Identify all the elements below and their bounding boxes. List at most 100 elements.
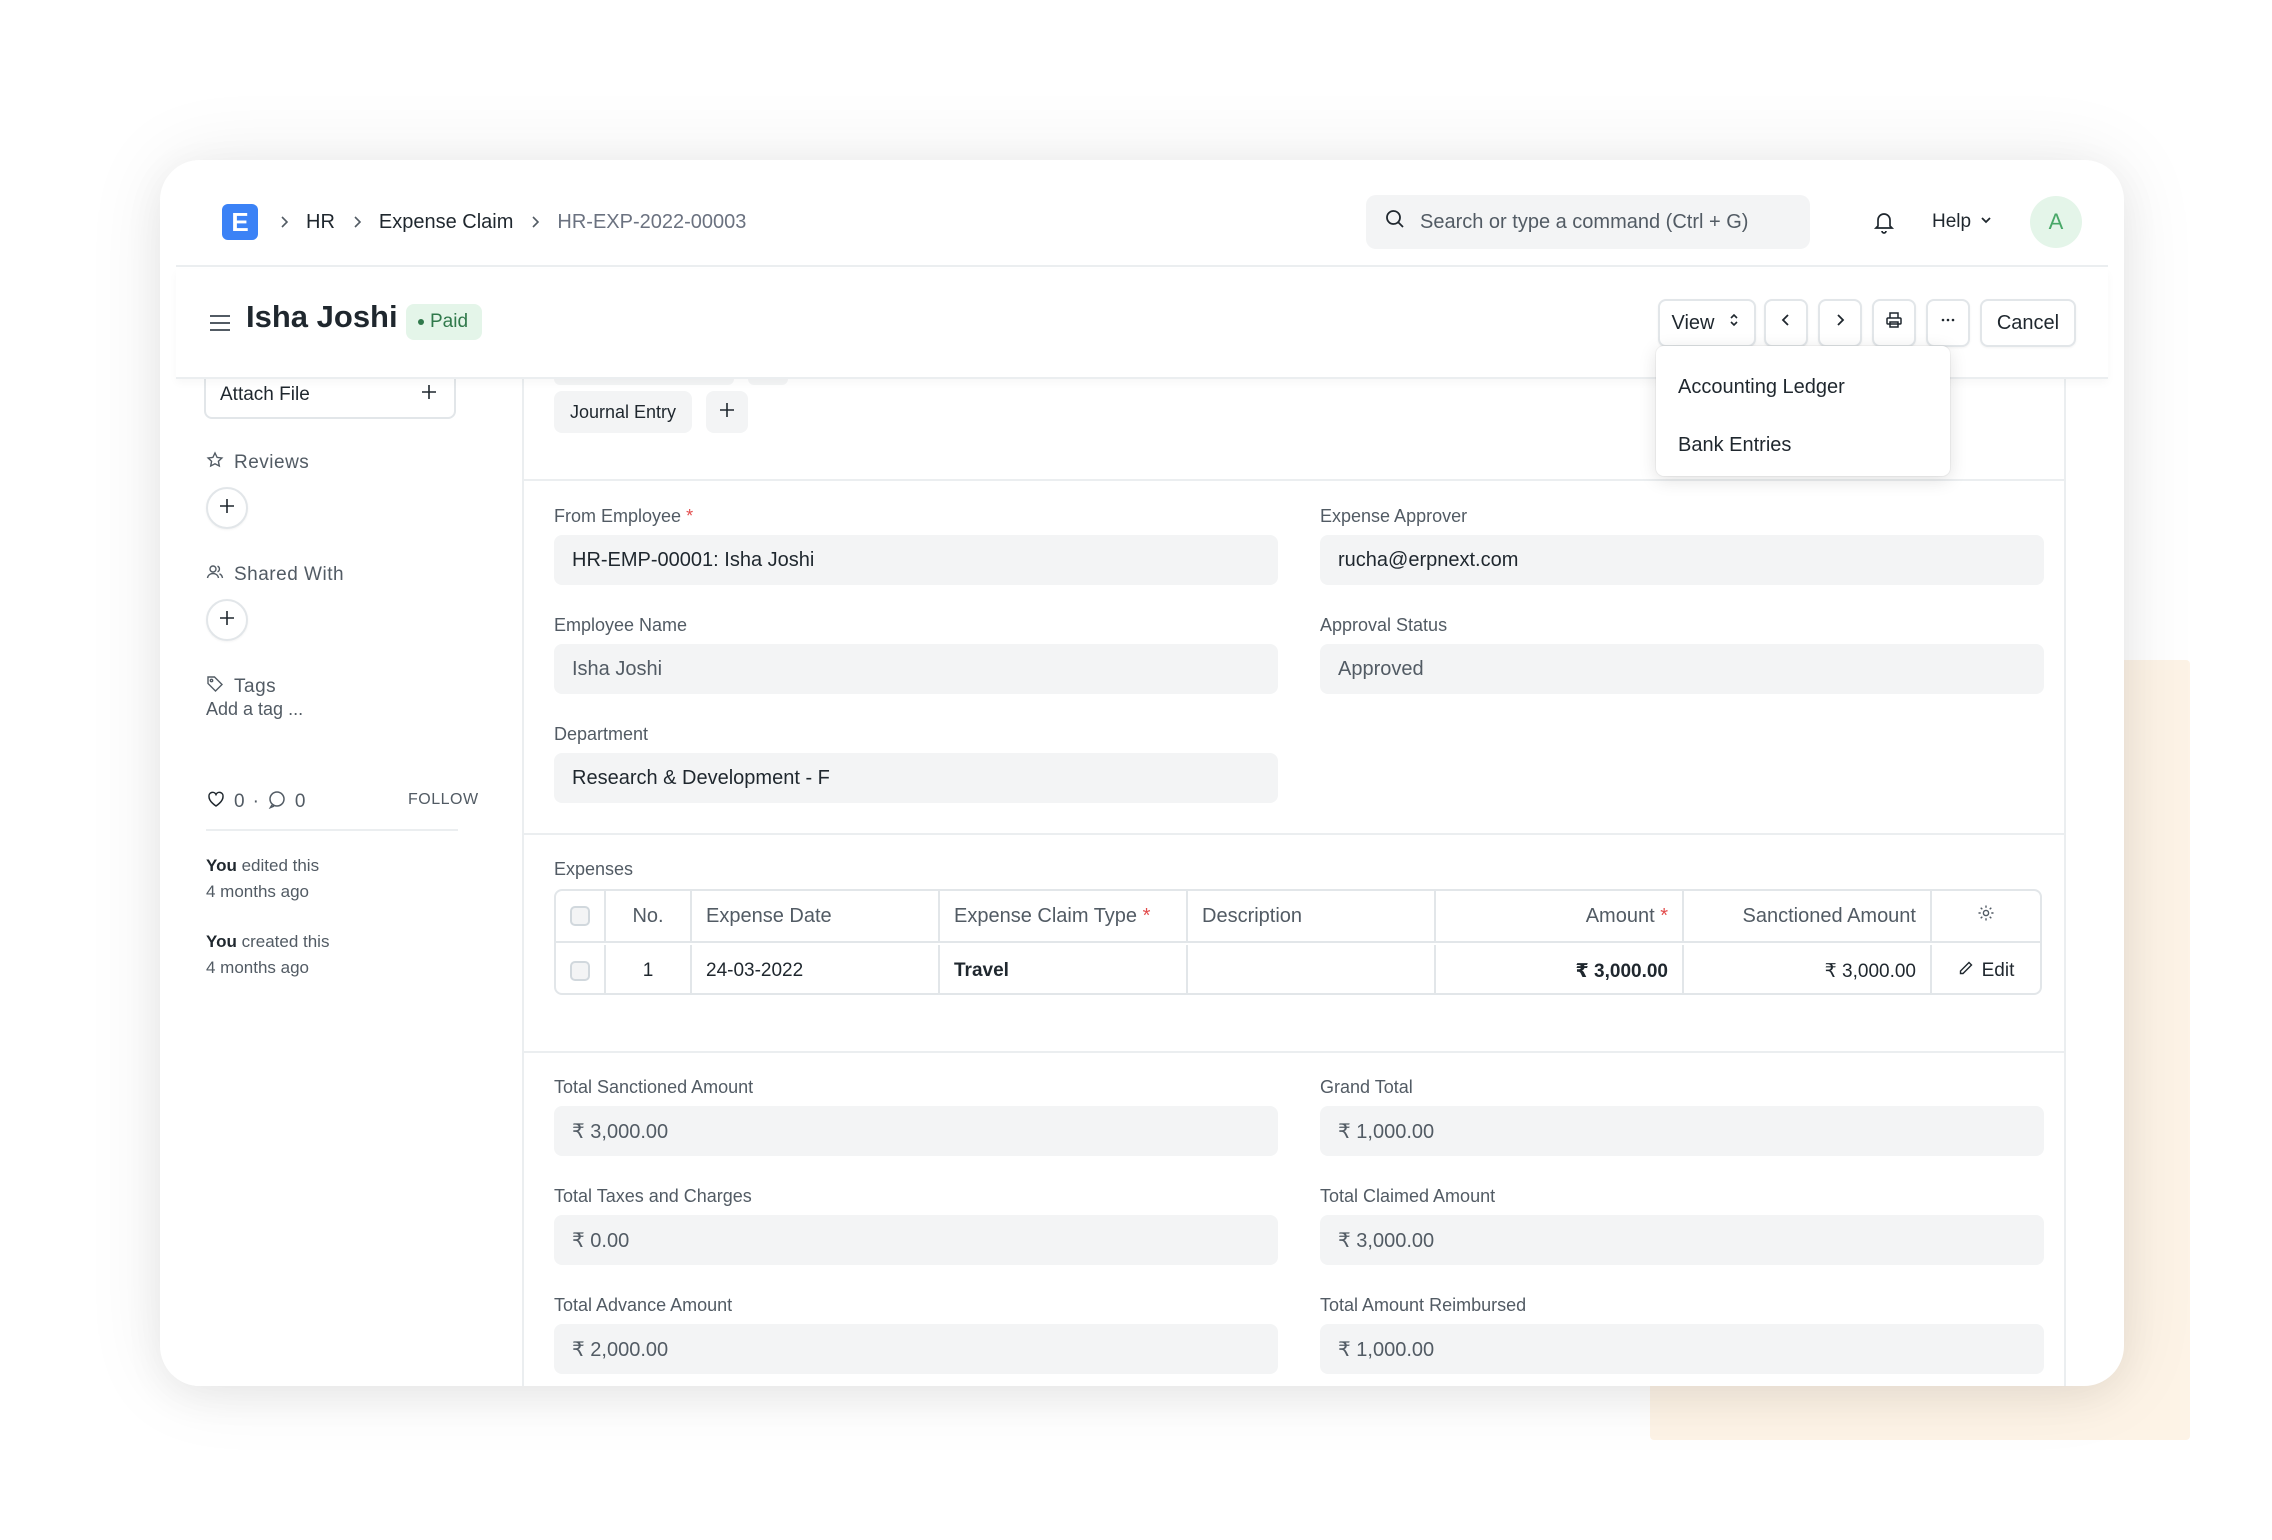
row-expense-claim-type[interactable]: Travel xyxy=(940,945,1188,993)
more-actions-button[interactable] xyxy=(1926,299,1970,347)
menu-item-accounting-ledger[interactable]: Accounting Ledger xyxy=(1656,358,1950,416)
likes-count: 0 xyxy=(234,791,245,812)
activity-item: You created this 4 months ago xyxy=(206,932,330,977)
row-checkbox[interactable] xyxy=(556,945,606,993)
notifications-bell-icon[interactable] xyxy=(1866,204,1902,240)
plus-icon xyxy=(218,497,236,520)
table-row[interactable]: 1 24-03-2022 Travel ₹ 3,000.00 ₹ 3,000.0… xyxy=(556,945,2040,993)
form-main: Journal Entry From Employee * HR-EMP-000… xyxy=(522,365,2066,1386)
app-logo[interactable]: E xyxy=(222,204,258,240)
add-review-button[interactable] xyxy=(206,487,248,529)
chevron-right-icon xyxy=(1831,311,1849,335)
edit-label: Edit xyxy=(1981,960,2015,981)
next-doc-button[interactable] xyxy=(1818,299,1862,347)
users-icon xyxy=(206,563,224,587)
total-sanctioned-label: Total Sanctioned Amount xyxy=(554,1077,754,1097)
expenses-section-label: Expenses xyxy=(554,859,634,879)
column-header-description: Description xyxy=(1188,891,1436,941)
total-taxes-field: ₹ 0.00 xyxy=(554,1215,1278,1265)
expense-approver-field[interactable]: rucha@erpnext.com xyxy=(1320,535,2044,585)
view-button[interactable]: View xyxy=(1658,299,1756,347)
row-description[interactable] xyxy=(1188,945,1436,993)
status-label: Paid xyxy=(430,311,469,332)
sidebar-divider xyxy=(206,829,458,831)
row-sanctioned-amount[interactable]: ₹ 3,000.00 xyxy=(1684,945,1932,993)
approval-status-label: Approval Status xyxy=(1320,615,1448,635)
employee-name-field: Isha Joshi xyxy=(554,644,1278,694)
column-settings-button[interactable] xyxy=(1932,891,2040,941)
app-window: E HR Expense Claim HR-EXP-2022-00003 Sea… xyxy=(160,160,2124,1386)
total-advance-field: ₹ 2,000.00 xyxy=(554,1324,1278,1374)
cancel-button[interactable]: Cancel xyxy=(1980,299,2076,347)
total-claimed-label: Total Claimed Amount xyxy=(1320,1186,1496,1206)
search-placeholder: Search or type a command (Ctrl + G) xyxy=(1420,210,1749,233)
row-amount[interactable]: ₹ 3,000.00 xyxy=(1436,945,1684,993)
tag-icon xyxy=(206,675,224,699)
avatar[interactable]: A xyxy=(2030,196,2082,248)
star-icon xyxy=(206,451,224,475)
gear-icon xyxy=(1976,903,1996,929)
employee-name-label: Employee Name xyxy=(554,615,688,635)
section-divider xyxy=(524,833,2064,835)
journal-entry-link[interactable]: Journal Entry xyxy=(554,391,693,433)
chevron-left-icon xyxy=(1777,311,1795,335)
follow-button[interactable]: FOLLOW xyxy=(408,791,479,809)
department-field[interactable]: Research & Development - F xyxy=(554,753,1278,803)
column-header-expense-claim-type: Expense Claim Type * xyxy=(940,891,1188,941)
select-all-checkbox[interactable] xyxy=(556,891,606,941)
from-employee-field[interactable]: HR-EMP-00001: Isha Joshi xyxy=(554,535,1278,585)
total-advance-label: Total Advance Amount xyxy=(554,1295,733,1315)
cancel-label: Cancel xyxy=(1996,311,2060,334)
comments-count: 0 xyxy=(294,791,306,812)
separator-dot: · xyxy=(252,791,259,812)
total-taxes-label: Total Taxes and Charges xyxy=(554,1186,752,1206)
navbar: E HR Expense Claim HR-EXP-2022-00003 Sea… xyxy=(176,160,2108,267)
view-dropdown-menu: Accounting Ledger Bank Entries xyxy=(1656,346,1950,476)
approval-status-field: Approved xyxy=(1320,644,2044,694)
chevron-right-icon xyxy=(349,214,365,230)
row-expense-date[interactable]: 24-03-2022 xyxy=(692,945,940,993)
status-dot-icon xyxy=(418,319,424,325)
heart-icon[interactable] xyxy=(206,789,226,815)
plus-icon xyxy=(420,383,438,407)
hamburger-menu-icon[interactable] xyxy=(206,309,234,337)
pencil-icon xyxy=(1958,960,1974,982)
row-edit-button[interactable]: Edit xyxy=(1932,945,2040,993)
likes-comments: 0 · 0 xyxy=(206,789,305,815)
total-claimed-field: ₹ 3,000.00 xyxy=(1320,1215,2044,1265)
previous-doc-button[interactable] xyxy=(1764,299,1808,347)
status-badge: Paid xyxy=(406,304,483,340)
plus-icon xyxy=(218,609,236,632)
total-reimbursed-label: Total Amount Reimbursed xyxy=(1320,1295,1527,1315)
breadcrumb: HR Expense Claim HR-EXP-2022-00003 xyxy=(276,200,746,244)
column-header-sanctioned-amount: Sanctioned Amount xyxy=(1684,891,1932,941)
search-input[interactable]: Search or type a command (Ctrl + G) xyxy=(1366,195,1810,249)
column-header-no: No. xyxy=(606,891,692,941)
print-button[interactable] xyxy=(1872,299,1916,347)
attach-file-label: Attach File xyxy=(220,384,310,405)
add-share-button[interactable] xyxy=(206,599,248,641)
add-tag-link[interactable]: Add a tag ... xyxy=(206,699,303,720)
row-no: 1 xyxy=(606,945,692,993)
breadcrumb-expense-claim[interactable]: Expense Claim xyxy=(379,211,514,234)
chevron-right-icon xyxy=(527,214,543,230)
reviews-label: Reviews xyxy=(206,451,309,475)
menu-item-bank-entries[interactable]: Bank Entries xyxy=(1656,416,1950,474)
expenses-table: No. Expense Date Expense Claim Type * De… xyxy=(554,889,2042,995)
total-reimbursed-field: ₹ 1,000.00 xyxy=(1320,1324,2044,1374)
grand-total-label: Grand Total xyxy=(1320,1077,1413,1097)
column-header-amount: Amount * xyxy=(1436,891,1684,941)
form-sidebar: Attach File Reviews Shared With Tags Add… xyxy=(176,371,516,1386)
breadcrumb-hr[interactable]: HR xyxy=(306,211,335,234)
grand-total-field: ₹ 1,000.00 xyxy=(1320,1106,2044,1156)
tags-label: Tags xyxy=(206,675,276,699)
comment-icon[interactable] xyxy=(267,789,287,815)
activity-item: You edited this 4 months ago xyxy=(206,856,320,901)
section-divider xyxy=(524,479,2064,481)
table-header-row: No. Expense Date Expense Claim Type * De… xyxy=(556,891,2040,943)
add-journal-entry-button[interactable] xyxy=(706,391,748,433)
help-dropdown[interactable]: Help xyxy=(1932,206,1993,238)
search-icon xyxy=(1384,208,1406,236)
breadcrumb-current: HR-EXP-2022-00003 xyxy=(557,210,747,233)
chevron-right-icon xyxy=(276,214,292,230)
